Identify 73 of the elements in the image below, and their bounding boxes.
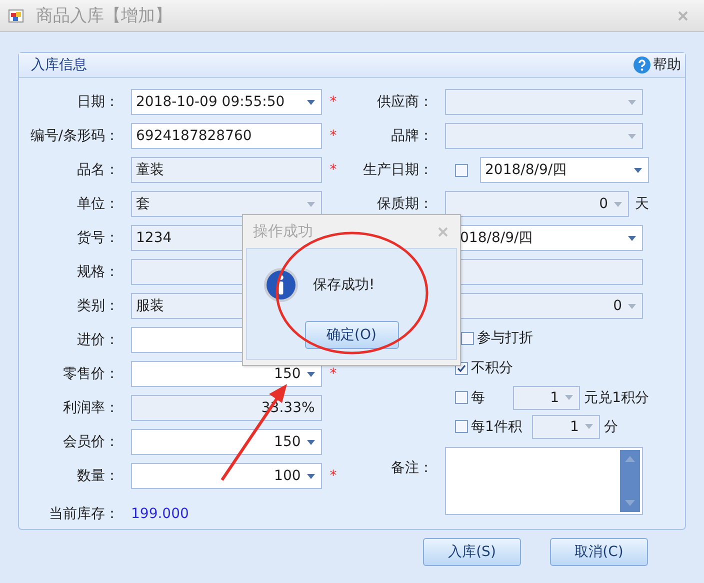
close-icon[interactable]	[678, 10, 688, 20]
field-label: 备注：	[391, 460, 433, 476]
field-label: 单位：	[76, 195, 120, 213]
dialog-message: 保存成功!	[313, 276, 375, 294]
checkbox[interactable]	[455, 391, 468, 404]
suffix-text: 分	[604, 418, 618, 436]
number-field[interactable]: 100	[131, 463, 322, 489]
number-field[interactable]: 150	[131, 429, 322, 455]
unit-label: 天	[635, 195, 649, 213]
suffix-text: 元兑1积分	[584, 388, 649, 406]
info-icon	[263, 267, 299, 303]
field-label: 保质期：	[377, 196, 433, 212]
checkbox-label[interactable]: 不积分	[471, 359, 513, 377]
caret-icon	[628, 134, 636, 138]
required-mark: *	[330, 128, 337, 144]
scroll-up-icon[interactable]	[625, 456, 635, 462]
field-label: 利润率：	[62, 399, 120, 417]
number-field[interactable]: 1	[513, 386, 580, 410]
caret-icon	[565, 395, 574, 400]
action-button[interactable]: 入库(S)	[423, 538, 521, 566]
caret-icon	[614, 202, 622, 206]
caret-icon	[306, 474, 315, 478]
field-label: 货号：	[76, 229, 120, 247]
caret-icon	[628, 236, 636, 240]
field-label: 类别：	[76, 297, 120, 315]
checkbox[interactable]	[455, 164, 468, 176]
field-label: 规格：	[76, 263, 120, 281]
scrollbar[interactable]	[620, 450, 640, 512]
action-button[interactable]: 取消(C)	[550, 538, 648, 566]
dialog-title: 操作成功	[253, 222, 313, 241]
checkbox[interactable]	[455, 420, 468, 433]
caret-icon	[628, 304, 636, 308]
scroll-down-icon[interactable]	[625, 500, 635, 506]
field-label: 会员价：	[62, 433, 120, 451]
field-label: 供应商：	[377, 94, 433, 110]
field-label: 编号/条形码：	[29, 127, 120, 145]
number-field[interactable]: 150	[131, 361, 322, 387]
input-field[interactable]: 6924187828760	[131, 123, 322, 149]
field-label: 品名：	[76, 161, 120, 179]
window-title: 商品入库【增加】	[36, 5, 173, 27]
field-label: 当前库存：	[48, 505, 120, 523]
checkbox-label[interactable]: 每1件积	[471, 418, 522, 436]
ok-button[interactable]: 确定(O)	[304, 321, 398, 349]
group-title: 入库信息	[31, 56, 87, 74]
checkbox-label[interactable]: 每	[471, 388, 485, 406]
required-mark: *	[330, 468, 337, 484]
caret-icon	[306, 372, 315, 376]
field-label: 零售价：	[62, 365, 120, 383]
required-mark: *	[330, 366, 337, 382]
date-field[interactable]: 2018/8/9/四	[480, 157, 649, 183]
close-icon[interactable]	[438, 226, 448, 236]
required-mark: *	[330, 94, 337, 110]
notes-field[interactable]	[445, 447, 643, 515]
caret-icon	[306, 440, 315, 444]
field-label: 生产日期：	[363, 162, 433, 178]
required-mark: *	[330, 162, 337, 178]
field-label: 进价：	[76, 331, 120, 349]
help-link[interactable]: 帮助	[633, 56, 681, 74]
stock-value: 199.000	[131, 506, 189, 522]
caret-icon	[634, 168, 642, 172]
caret-icon	[584, 424, 593, 429]
caret-icon	[628, 100, 636, 104]
caret-icon	[306, 202, 315, 206]
app-icon	[8, 8, 24, 24]
caret-icon	[306, 100, 315, 104]
number-field[interactable]: 1	[532, 414, 600, 438]
field-label: 数量：	[76, 467, 120, 485]
help-icon	[633, 56, 651, 74]
field-label: 品牌：	[391, 128, 433, 144]
checkbox[interactable]	[461, 332, 474, 344]
field-label: 日期：	[76, 93, 120, 111]
checkbox-label[interactable]: 参与打折	[477, 329, 533, 347]
dropdown[interactable]: 2018-10-09 09:55:50	[131, 89, 322, 115]
